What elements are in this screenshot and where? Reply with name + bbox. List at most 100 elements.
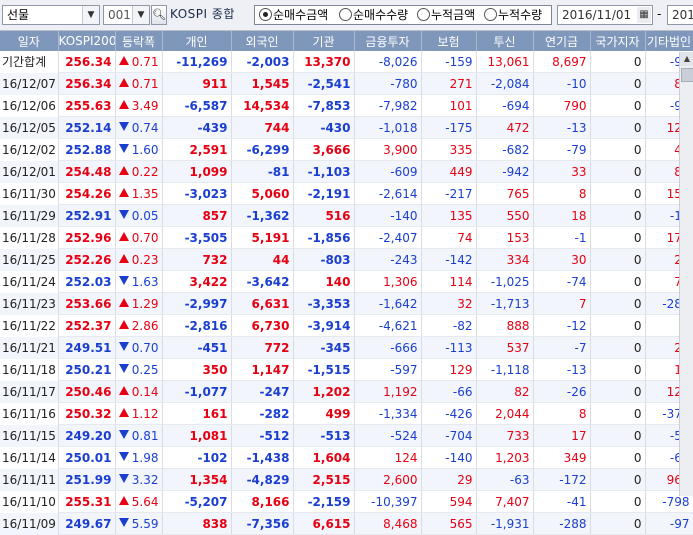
table-row[interactable]: 16/11/28 252.96 0.70 -3,505 5,191 -1,856 -2,40…	[0, 226, 693, 249]
value-cell: -4,621	[354, 314, 422, 337]
index-name-label: KOSPI 종합	[170, 7, 235, 21]
table-row[interactable]: 16/12/02 252.88 1.60 2,591 -6,299 3,666 3,900 3…	[0, 138, 693, 161]
triangle-up-icon	[118, 166, 129, 175]
calendar-icon[interactable]: ▦	[637, 7, 651, 23]
kospi200-cell: 249.20	[58, 424, 116, 447]
scroll-up-icon[interactable]: ▲	[680, 52, 693, 66]
value-cell: -512	[231, 424, 294, 447]
table-row[interactable]: 16/11/15 249.20 0.81 1,081 -512 -513 -524 -704 7…	[0, 424, 693, 447]
value-cell: 1,099	[162, 160, 232, 183]
change-cell: 1.35	[115, 182, 163, 205]
table-row[interactable]: 16/11/17 250.46 0.14 -1,077 -247 1,202 1,192 -6…	[0, 380, 693, 403]
value-cell: -704	[421, 424, 477, 447]
table-row[interactable]: 16/11/11 251.99 3.32 1,354 -4,829 2,515 2,600 2…	[0, 468, 693, 491]
value-cell: -74	[533, 270, 591, 293]
chevron-down-icon[interactable]: ▼	[132, 6, 149, 24]
value-cell: -140	[354, 204, 422, 227]
change-value: 0.71	[131, 76, 159, 91]
table-row[interactable]: 16/11/18 250.21 0.25 350 1,147 -1,515 -597 129-…	[0, 358, 693, 381]
kospi200-cell: 250.46	[58, 380, 116, 403]
table-row[interactable]: 16/11/29 252.91 0.05 857 -1,362 516 -140 135 550…	[0, 204, 693, 227]
table-row[interactable]: 16/12/05 252.14 0.74 -439 744 -430 -1,018 -175 4…	[0, 116, 693, 139]
value-cell: -1,025	[476, 270, 534, 293]
column-header[interactable]: 투신	[476, 31, 534, 51]
date-to-field[interactable]: 2016/1	[667, 5, 693, 25]
table-row[interactable]: 16/11/14 250.01 1.98 -102 -1,438 1,604 124 -140…	[0, 446, 693, 469]
triangle-up-icon	[118, 100, 129, 109]
table-row[interactable]: 16/11/10 255.31 5.64 -5,207 8,166 -2,159 -10,3…	[0, 490, 693, 513]
value-cell: -243	[354, 248, 422, 271]
change-cell: 0.71	[115, 51, 163, 73]
table-row[interactable]: 16/12/01 254.48 0.22 1,099 -81 -1,103 -609 449-…	[0, 160, 693, 183]
table-row[interactable]: 16/11/22 252.37 2.86 -2,816 6,730 -3,914 -4,62…	[0, 314, 693, 337]
value-cell: 0	[590, 468, 646, 491]
column-header[interactable]: 금융투자	[354, 31, 422, 51]
date-cell: 16/11/17	[0, 380, 59, 403]
radio-cumulative-quantity[interactable]: 누적수량	[484, 7, 542, 23]
date-cell: 16/12/06	[0, 94, 59, 117]
change-cell: 0.71	[115, 72, 163, 95]
table-row[interactable]: 16/11/24 252.03 1.63 3,422 -3,642 140 1,306 114…	[0, 270, 693, 293]
table-row[interactable]: 16/12/06 255.63 3.49 -6,587 14,534 -7,853 -7,9…	[0, 94, 693, 117]
date-cell: 기간합계	[0, 51, 59, 73]
value-cell: -79	[533, 138, 591, 161]
scrollbar-thumb[interactable]	[681, 68, 693, 82]
value-cell: -2,407	[354, 226, 422, 249]
triangle-down-icon	[118, 276, 129, 285]
value-cell: 550	[476, 204, 534, 227]
value-cell: -8,026	[354, 51, 422, 73]
column-header[interactable]: 국가지자	[590, 31, 646, 51]
search-button[interactable]: 🔍︎	[151, 5, 167, 25]
date-from-field[interactable]: 2016/11/01 ▦	[557, 5, 653, 25]
kospi200-cell: 251.99	[58, 468, 116, 491]
code-select[interactable]: 001 ▼	[103, 5, 150, 25]
column-header[interactable]: 기타법인	[645, 31, 693, 51]
date-cell: 16/11/22	[0, 314, 59, 337]
radio-cumulative-amount[interactable]: 누적금액	[417, 7, 475, 23]
value-cell: 2,591	[162, 138, 232, 161]
change-value: 3.49	[131, 98, 159, 113]
value-cell: -682	[476, 138, 534, 161]
value-cell: -7,853	[293, 94, 355, 117]
value-cell: -3,023	[162, 182, 232, 205]
value-cell: 0	[590, 182, 646, 205]
vertical-scrollbar[interactable]: ▲	[679, 52, 693, 496]
value-cell: 1,604	[293, 446, 355, 469]
triangle-down-icon	[118, 122, 129, 131]
date-cell: 16/11/09	[0, 512, 59, 535]
value-cell: 0	[590, 51, 646, 73]
kospi200-cell: 254.48	[58, 160, 116, 183]
table-row[interactable]: 기간합계 256.34 0.71 -11,269 -2,003 13,370 -8,026-…	[0, 51, 693, 73]
table-row[interactable]: 16/12/07 256.34 0.71 911 1,545 -2,541 -780 271-…	[0, 72, 693, 95]
chevron-down-icon[interactable]: ▼	[82, 6, 99, 24]
column-header[interactable]: KOSPI200	[58, 31, 116, 51]
radio-net-buy-amount[interactable]: 순매수금액	[259, 7, 328, 23]
column-header[interactable]: 보험	[421, 31, 477, 51]
value-cell: 6,631	[231, 292, 294, 315]
table-row[interactable]: 16/11/25 252.26 0.23 732 44 -803 -243 -142 334 30…	[0, 248, 693, 271]
value-cell: 32	[421, 292, 477, 315]
value-cell: -13	[533, 116, 591, 139]
column-header[interactable]: 개인	[162, 31, 232, 51]
change-cell: 1.63	[115, 270, 163, 293]
radio-net-buy-quantity[interactable]: 순매수수량	[339, 7, 408, 23]
value-cell: 1,545	[231, 72, 294, 95]
column-header[interactable]: 기관	[293, 31, 355, 51]
column-header[interactable]: 일자	[0, 31, 59, 51]
triangle-up-icon	[118, 496, 129, 505]
value-cell: 14,534	[231, 94, 294, 117]
table-row[interactable]: 16/11/09 249.67 5.59 838 -7,356 6,615 8,468 565…	[0, 512, 693, 535]
change-cell: 1.98	[115, 446, 163, 469]
column-header[interactable]: 연기금	[533, 31, 591, 51]
kospi200-cell: 252.26	[58, 248, 116, 271]
column-header[interactable]: 등락폭	[115, 31, 163, 51]
table-row[interactable]: 16/11/16 250.32 1.12 161 -282 499 -1,334 -426 2,…	[0, 402, 693, 425]
table-row[interactable]: 16/11/23 253.66 1.29 -2,997 6,631 -3,353 -1,64…	[0, 292, 693, 315]
table-row[interactable]: 16/11/21 249.51 0.70 -451 772 -345 -666 -113 537…	[0, 336, 693, 359]
column-header[interactable]: 외국인	[231, 31, 294, 51]
change-value: 0.81	[131, 428, 159, 443]
market-select[interactable]: 선물 ▼	[2, 5, 100, 25]
value-cell: 140	[293, 270, 355, 293]
change-cell: 0.70	[115, 226, 163, 249]
table-row[interactable]: 16/11/30 254.26 1.35 -3,023 5,060 -2,191 -2,61…	[0, 182, 693, 205]
